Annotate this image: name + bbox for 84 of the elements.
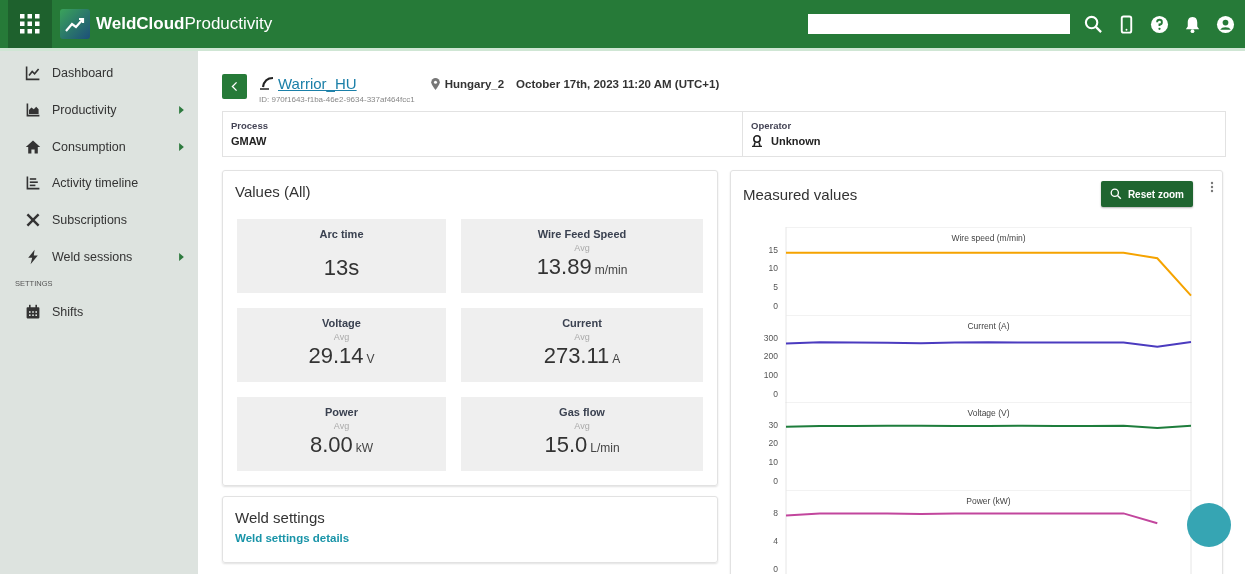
chart-title: Voltage (V)	[967, 408, 1010, 418]
nav-item[interactable]: Weld sessions	[0, 238, 198, 276]
card-title: Weld settings	[235, 509, 326, 526]
tile-label: Gas flow	[559, 406, 605, 418]
info-label: Operator	[751, 120, 793, 131]
reset-zoom-button[interactable]: Reset zoom	[1100, 181, 1193, 207]
tile-unit: kW	[355, 441, 374, 455]
bell-icon[interactable]	[1183, 14, 1202, 34]
tile-sublabel: Avg	[333, 421, 350, 431]
axis-tick-label: 10	[768, 456, 778, 467]
tile-sublabel: Avg	[333, 332, 350, 342]
card-title: Measured values	[743, 185, 858, 203]
session-datetime: October 17th, 2023 11:20 AM (UTC+1)	[516, 78, 720, 90]
nav-item[interactable]: Dashboard	[0, 55, 198, 92]
axis-tick-label: 8	[773, 507, 778, 517]
axis-tick-label: 15	[768, 244, 778, 255]
tile-value: 13s	[323, 255, 360, 281]
tile-unit: A	[612, 352, 621, 366]
machine-link[interactable]: Warrior_HU	[278, 74, 357, 92]
chat-button[interactable]	[1187, 503, 1231, 547]
search-field[interactable]	[808, 14, 1070, 34]
axis-tick-label: 0	[773, 563, 778, 573]
axis-tick-label: 4	[773, 535, 778, 545]
nav-item[interactable]: Productivity	[0, 91, 198, 129]
machine-id: ID: 970f1643-f1ba-46e2-9634-337af464fcc1	[259, 94, 415, 104]
back-button[interactable]	[222, 73, 247, 99]
apps-grid-icon[interactable]	[20, 14, 40, 34]
chevron-left-icon	[231, 80, 238, 92]
chart-title: Current (A)	[967, 320, 1010, 331]
nav-item[interactable]: Shifts	[0, 294, 198, 331]
tools-icon	[25, 212, 41, 229]
tile-sublabel: Avg	[574, 332, 590, 342]
nav-item[interactable]: Subscriptions	[0, 201, 198, 239]
search-icon	[1109, 188, 1122, 200]
logo-icon	[60, 9, 90, 39]
info-label: Process	[231, 120, 269, 131]
chart-title: Power (kW)	[966, 495, 1011, 506]
nav-item[interactable]: Activity timeline	[0, 165, 198, 202]
chart-title: Wire speed (m/min)	[951, 233, 1026, 243]
details-link[interactable]: Weld settings details	[235, 532, 350, 544]
tile-value: 8.00	[309, 432, 353, 458]
axis-tick-label: 5	[773, 281, 778, 292]
tile-label: Current	[562, 317, 602, 329]
axis-tick-label: 0	[773, 388, 778, 398]
tile-sublabel: Avg	[574, 243, 590, 253]
tile-unit: L/min	[590, 441, 620, 455]
tile-unit: m/min	[594, 263, 628, 277]
tile-label: Power	[325, 406, 358, 418]
axis-tick-label: 30	[768, 419, 778, 430]
tile-label: Wire Feed Speed	[537, 228, 627, 240]
axis-tick-label: 10	[768, 263, 778, 274]
house-icon	[25, 138, 41, 155]
nav-item[interactable]: Consumption	[0, 128, 198, 166]
axis-tick-label: 300	[763, 332, 778, 342]
help-icon[interactable]	[1150, 14, 1169, 34]
axis-tick-label: 0	[773, 475, 778, 486]
card-title: Values (All)	[235, 183, 312, 200]
axis-tick-label: 200	[763, 350, 778, 361]
tile-value: 29.14	[308, 343, 364, 369]
person-icon	[751, 135, 763, 147]
tile-value: 15.0	[544, 432, 588, 458]
app-title: WeldCloudProductivity	[96, 14, 273, 34]
area-chart-icon	[25, 102, 41, 119]
info-value: GMAW	[231, 135, 267, 147]
tile-value: 273.11	[543, 343, 610, 369]
info-value: Unknown	[771, 135, 821, 147]
location-text: Hungary_2	[444, 78, 505, 90]
more-options-icon[interactable]	[1210, 181, 1214, 193]
search-icon[interactable]	[1084, 14, 1103, 34]
list-icon	[25, 175, 41, 192]
tile-value: 13.89	[536, 254, 592, 280]
bolt-icon	[25, 248, 41, 265]
tile-label: Arc time	[319, 228, 364, 240]
calendar-icon	[25, 304, 41, 321]
tile-label: Voltage	[322, 317, 361, 329]
welding-torch-icon	[259, 76, 275, 90]
axis-tick-label: 20	[768, 438, 778, 449]
location-pin-icon	[430, 78, 440, 90]
user-icon[interactable]	[1216, 14, 1235, 34]
axis-tick-label: 100	[763, 369, 778, 380]
tile-unit: V	[366, 352, 375, 366]
tile-sublabel: Avg	[574, 421, 590, 431]
axis-tick-label: 0	[773, 300, 778, 311]
chart-icon	[25, 65, 41, 82]
